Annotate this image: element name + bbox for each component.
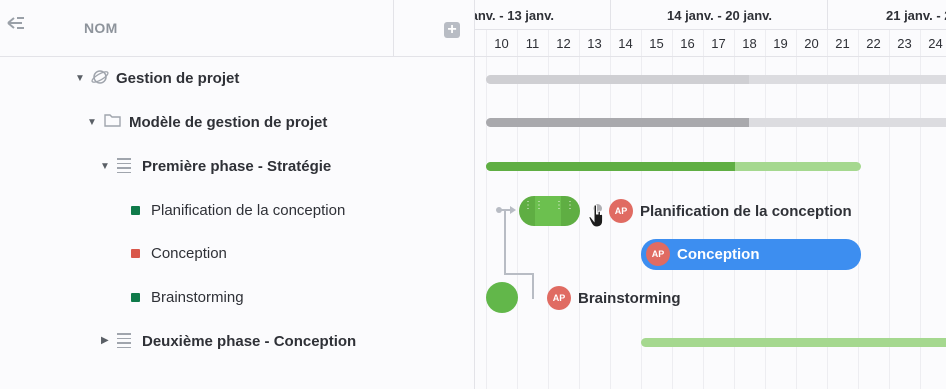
day-header: 15	[649, 36, 664, 51]
project-progress	[486, 75, 749, 84]
plus-icon[interactable]: +	[444, 22, 460, 38]
task-label: Brainstorming	[578, 290, 681, 307]
day-header: 21	[835, 36, 850, 51]
gantt-chart: janv. - 13 janv. 14 janv. - 20 janv. 21 …	[475, 0, 946, 389]
tree-row-label: Gestion de projet	[116, 70, 240, 87]
tree-row-label: Planification de la conception	[151, 202, 346, 219]
task-label: Planification de la conception	[640, 203, 852, 220]
day-header: 20	[804, 36, 819, 51]
list-icon	[117, 158, 131, 176]
tree-row-label: Conception	[151, 245, 227, 262]
tree-row-brainstorming[interactable]: Brainstorming	[0, 276, 474, 320]
caret-down-icon[interactable]: ▼	[100, 161, 110, 172]
phase2-bar[interactable]	[641, 338, 946, 347]
week-header: janv. - 13 janv.	[475, 8, 554, 23]
day-header: 11	[525, 36, 540, 51]
task-label: Conception	[677, 246, 760, 263]
collapse-left-icon[interactable]	[6, 14, 26, 32]
day-header: 14	[618, 36, 633, 51]
assignee-avatar[interactable]: AP	[547, 286, 571, 310]
tree-row-label: Deuxième phase - Conception	[142, 333, 357, 350]
tree-row-deuxieme-phase[interactable]: ▶ Deuxième phase - Conception	[0, 320, 474, 364]
week-header: 14 janv. - 20 janv.	[610, 0, 826, 29]
header-divider	[475, 56, 946, 57]
day-header: 19	[773, 36, 788, 51]
tree-row-label: Brainstorming	[151, 289, 244, 306]
day-header: 24	[928, 36, 943, 51]
status-square-icon	[131, 293, 140, 302]
day-header: 18	[742, 36, 757, 51]
folder-icon	[104, 113, 121, 132]
day-header: 10	[494, 36, 509, 51]
status-square-icon	[131, 249, 140, 258]
day-header: 23	[897, 36, 912, 51]
list-icon	[117, 333, 131, 351]
week-header: 21 janv. - 27 janv.	[827, 0, 946, 29]
task-tree-panel: NOM + ▼ Gestion de projet ▼ Modèle de ge…	[0, 0, 475, 389]
hand-cursor-icon	[588, 204, 604, 228]
tree-row-gestion-de-projet[interactable]: ▼ Gestion de projet	[0, 57, 474, 101]
day-header: 13	[587, 36, 602, 51]
tree-row-label: Première phase - Stratégie	[142, 158, 332, 175]
tree-row-label: Modèle de gestion de projet	[129, 114, 328, 131]
assignee-avatar[interactable]: AP	[646, 242, 670, 266]
caret-right-icon[interactable]: ▶	[101, 335, 109, 346]
brainstorming-task-bar[interactable]	[486, 282, 518, 313]
tree-header: NOM +	[0, 0, 474, 57]
header-divider	[393, 0, 394, 56]
caret-down-icon[interactable]: ▼	[75, 73, 85, 84]
day-header: 16	[680, 36, 695, 51]
day-header: 17	[711, 36, 726, 51]
conception-task-bar[interactable]: AP Conception	[641, 239, 861, 270]
tree-row-modele[interactable]: ▼ Modèle de gestion de projet	[0, 101, 474, 145]
drag-handle-icon[interactable]: ⋮⋮	[523, 201, 545, 211]
tree-row-planification[interactable]: Planification de la conception	[0, 189, 474, 233]
tree-row-premiere-phase[interactable]: ▼ Première phase - Stratégie	[0, 145, 474, 189]
day-header: 12	[556, 36, 571, 51]
tree-row-conception[interactable]: Conception	[0, 232, 474, 276]
planification-task-bar[interactable]: ⋮⋮ ⋮⋮	[519, 196, 580, 226]
assignee-avatar[interactable]: AP	[609, 199, 633, 223]
caret-down-icon[interactable]: ▼	[87, 117, 97, 128]
day-header: 22	[866, 36, 881, 51]
phase1-progress	[486, 162, 735, 171]
planet-icon	[91, 68, 109, 91]
template-progress	[486, 118, 749, 127]
status-square-icon	[131, 206, 140, 215]
name-column-header[interactable]: NOM	[84, 20, 118, 36]
drag-handle-icon[interactable]: ⋮⋮	[554, 201, 576, 211]
